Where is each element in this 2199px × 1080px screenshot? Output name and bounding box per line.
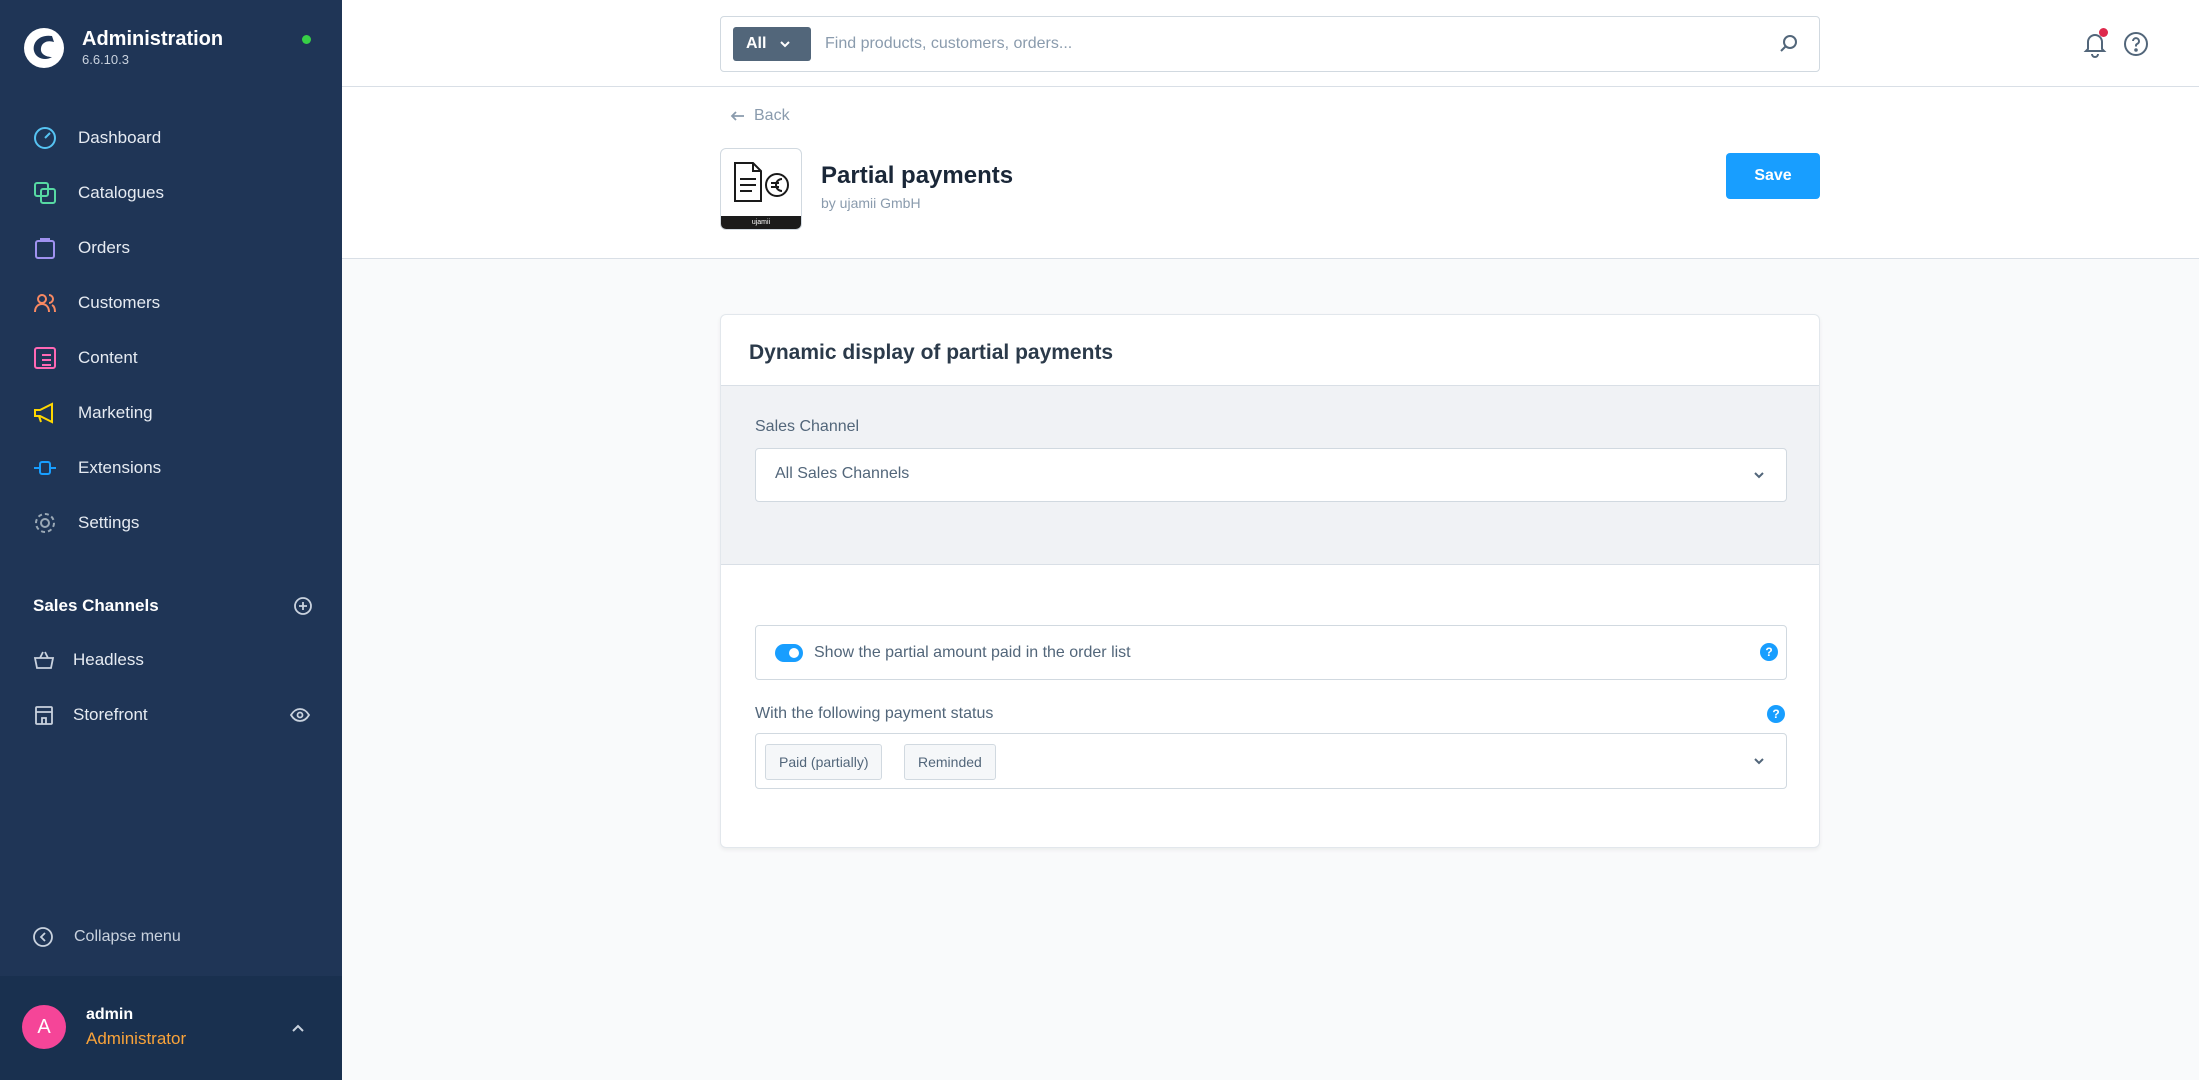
- chevron-left-circle-icon: [33, 927, 53, 947]
- config-card: Dynamic display of partial payments Sale…: [720, 314, 1820, 848]
- back-link[interactable]: Back: [730, 107, 790, 125]
- back-label: Back: [754, 107, 790, 124]
- page-title: Partial payments: [821, 162, 1014, 189]
- top-bar: All: [342, 0, 2199, 87]
- page-header: Back ujamii Partial payments by ujamii G…: [342, 87, 2199, 259]
- toggle-label: Show the partial amount paid in the orde…: [814, 644, 1131, 661]
- nav-item-catalogues[interactable]: Catalogues: [0, 165, 342, 220]
- payment-status-label: With the following payment status: [755, 705, 994, 722]
- plugin-author: by ujamii GmbH: [821, 195, 921, 211]
- help-badge-icon[interactable]: ?: [1767, 705, 1785, 723]
- eye-icon[interactable]: [290, 705, 310, 725]
- sales-channel-section: Sales Channel All Sales Channels: [721, 385, 1819, 565]
- basket-icon: [33, 651, 55, 669]
- catalogues-icon: [34, 181, 56, 204]
- chevron-up-icon[interactable]: [290, 1020, 306, 1036]
- payment-status-tag[interactable]: Reminded: [904, 744, 996, 780]
- shopware-logo-icon: [24, 28, 64, 68]
- sales-channel-headless[interactable]: Headless: [0, 632, 342, 687]
- sales-channels-title: Sales Channels: [33, 596, 159, 615]
- help-badge-icon[interactable]: ?: [1760, 643, 1778, 661]
- plugin-icon: ujamii: [720, 148, 802, 230]
- sales-channel-label: Headless: [73, 649, 144, 669]
- collapse-menu[interactable]: Collapse menu: [32, 926, 181, 948]
- nav-item-orders[interactable]: Orders: [0, 220, 342, 275]
- dashboard-icon: [34, 126, 56, 149]
- plugin-brand: ujamii: [721, 216, 801, 229]
- card-title: Dynamic display of partial payments: [749, 341, 1114, 364]
- show-partial-amount-switch[interactable]: [775, 644, 803, 662]
- settings-icon: [35, 512, 55, 533]
- switch-knob: [789, 648, 799, 658]
- save-button[interactable]: Save: [1726, 153, 1820, 199]
- nav-label: Dashboard: [78, 127, 162, 147]
- content-icon: [34, 346, 56, 369]
- chevron-down-icon: [1754, 758, 1764, 765]
- marketing-icon: [34, 401, 53, 424]
- nav-item-settings[interactable]: Settings: [0, 495, 342, 550]
- nav-label: Extensions: [78, 457, 162, 477]
- orders-icon: [35, 237, 55, 259]
- search-type-label: All: [746, 35, 767, 52]
- search-input[interactable]: [825, 27, 1745, 61]
- user-role: Administrator: [86, 1029, 187, 1048]
- sales-channel-select[interactable]: All Sales Channels: [755, 448, 1787, 502]
- payment-status-multiselect[interactable]: Paid (partially) Reminded: [755, 733, 1787, 789]
- brand[interactable]: Administration 6.6.10.3: [22, 26, 223, 70]
- sales-channel-label: Sales Channel: [755, 418, 860, 435]
- help-icon[interactable]: [2122, 30, 2150, 58]
- nav-item-extensions[interactable]: Extensions: [0, 440, 342, 495]
- app-title: Administration: [82, 28, 224, 50]
- nav-item-customers[interactable]: Customers: [0, 275, 342, 330]
- nav-label: Settings: [78, 512, 140, 532]
- nav-item-content[interactable]: Content: [0, 330, 342, 385]
- chevron-down-icon: [780, 41, 791, 48]
- status-indicator: [302, 35, 311, 44]
- nav-label: Customers: [78, 292, 161, 312]
- collapse-menu-label: Collapse menu: [74, 928, 181, 945]
- sales-channel-value: All Sales Channels: [775, 465, 910, 482]
- search-icon[interactable]: [1779, 34, 1799, 54]
- extensions-icon: [34, 460, 56, 475]
- sidebar: Administration 6.6.10.3 Dashboard Catalo…: [0, 0, 342, 1080]
- avatar: A: [22, 1005, 66, 1049]
- show-partial-amount-toggle-row: Show the partial amount paid in the orde…: [755, 625, 1787, 680]
- global-search: All: [720, 16, 1820, 72]
- search-type-select[interactable]: All: [733, 27, 811, 61]
- user-name: admin: [86, 1006, 134, 1023]
- nav-label: Marketing: [78, 402, 153, 422]
- arrow-left-icon: [730, 111, 744, 121]
- user-bar[interactable]: A admin Administrator: [0, 976, 342, 1080]
- notification-badge: [2099, 28, 2108, 37]
- nav-label: Orders: [78, 237, 130, 257]
- main-nav: Dashboard Catalogues Orders Customers Co…: [0, 110, 342, 550]
- nav-label: Content: [78, 347, 138, 367]
- sales-channel-label: Storefront: [73, 704, 148, 724]
- sales-channel-list: Headless Storefront: [0, 632, 342, 742]
- add-sales-channel-icon[interactable]: [293, 596, 313, 616]
- nav-label: Catalogues: [78, 182, 165, 202]
- sales-channel-storefront[interactable]: Storefront: [0, 687, 342, 742]
- customers-icon: [34, 293, 56, 312]
- payment-status-tag[interactable]: Paid (partially): [765, 744, 883, 780]
- nav-item-marketing[interactable]: Marketing: [0, 385, 342, 440]
- nav-item-dashboard[interactable]: Dashboard: [0, 110, 342, 165]
- sales-channels-header: Sales Channels: [33, 596, 313, 616]
- document-euro-icon: [734, 162, 789, 202]
- app-version: 6.6.10.3: [82, 52, 129, 67]
- storefront-icon: [35, 705, 53, 725]
- chevron-down-icon: [1754, 472, 1764, 479]
